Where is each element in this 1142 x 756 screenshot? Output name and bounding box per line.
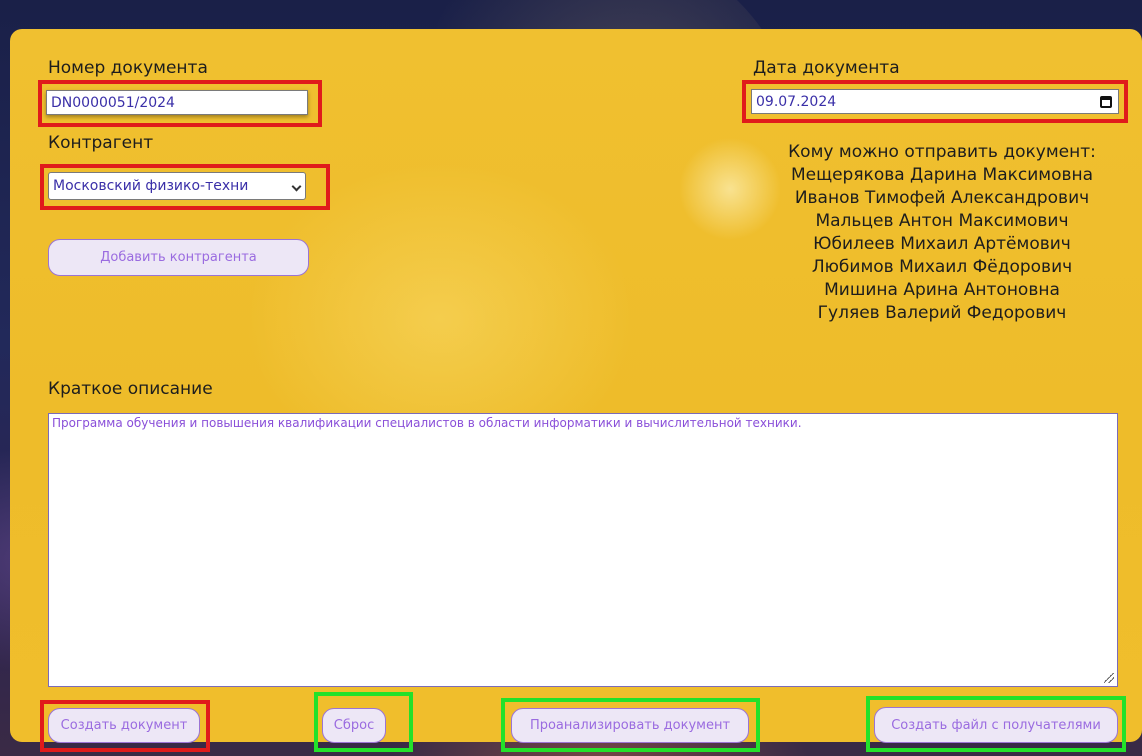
resize-grip-icon[interactable] [1104,673,1114,683]
counterparty-selected-value: Московский физико-техни [53,178,249,194]
recipient-item: Мальцев Антон Максимович [815,211,1069,231]
recipients-block: Кому можно отправить документ: Мещеряков… [747,141,1137,325]
counterparty-select[interactable]: Московский физико-техни [48,172,306,200]
counterparty-label: Контрагент [48,133,154,153]
doc-number-input[interactable]: DN0000051/2024 [46,90,308,115]
description-textarea[interactable]: Программа обучения и повышения квалифика… [48,413,1118,687]
create-document-button[interactable]: Создать документ [48,708,200,743]
recipients-title: Кому можно отправить документ: [788,142,1096,162]
description-label: Краткое описание [48,379,213,399]
create-recipients-file-button[interactable]: Создать файл с получателями [874,707,1118,743]
doc-number-label: Номер документа [48,58,208,78]
recipient-item: Мещерякова Дарина Максимовна [790,165,1094,185]
doc-number-value: DN0000051/2024 [51,94,175,111]
add-counterparty-button[interactable]: Добавить контрагента [48,239,309,276]
doc-date-label: Дата документа [753,58,900,78]
recipient-item: Мишина Арина Антоновна [824,280,1060,300]
analyze-document-button[interactable]: Проанализировать документ [511,708,749,743]
calendar-icon[interactable] [1100,96,1112,108]
doc-date-input[interactable]: 09.07.2024 [751,89,1119,114]
reset-button[interactable]: Сброс [322,708,386,743]
description-value: Программа обучения и повышения квалифика… [52,416,802,430]
doc-date-value: 09.07.2024 [756,93,837,110]
recipient-item: Любимов Михаил Фёдорович [811,257,1073,277]
chevron-down-icon [291,181,302,192]
recipient-item: Гуляев Валерий Федорович [817,303,1067,323]
recipient-item: Иванов Тимофей Александрович [794,188,1090,208]
recipient-item: Юбилеев Михаил Артёмович [813,234,1071,254]
